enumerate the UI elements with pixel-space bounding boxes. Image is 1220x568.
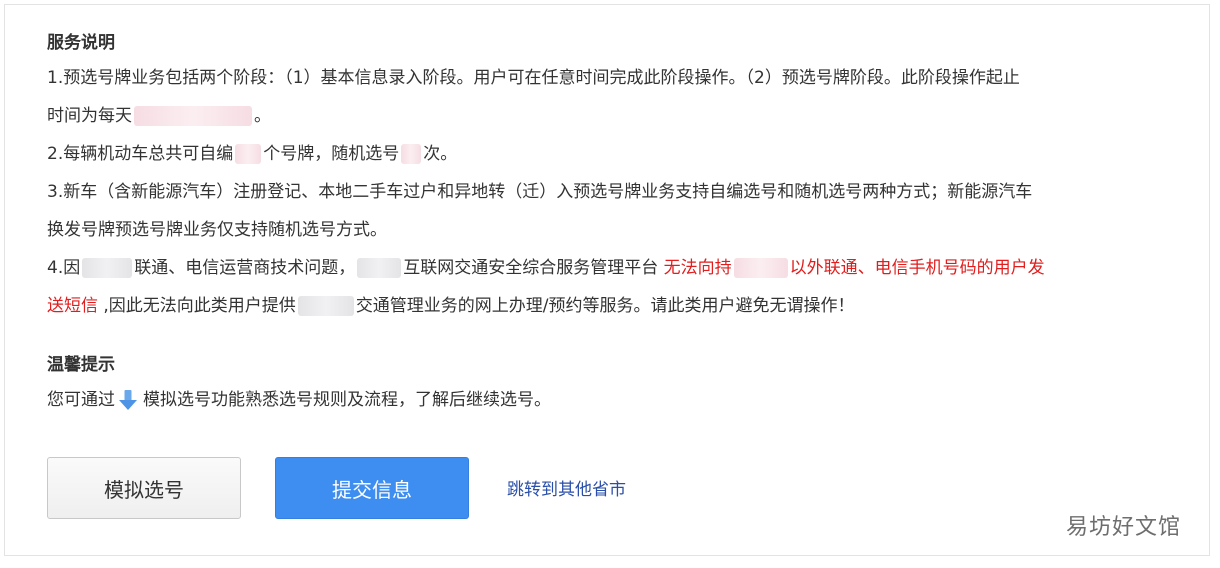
service-item-1-time-suffix: 。 [254,106,271,126]
service-item-4-part-2: 联通、电信运营商技术问题， [134,258,356,278]
warning-text: 无法向持 [663,258,732,278]
service-title: 服务说明 [47,33,115,53]
tips-suffix: 模拟选号功能熟悉选号规则及流程，了解后继续选号。 [143,390,551,410]
service-item-4-prefix: 4.因 [47,258,81,278]
service-item-4-line-1: 4.因 联通、电信运营商技术问题， 互联网交通安全综合服务管理平台 无法向持 以外联通… [47,249,1177,287]
service-item-4-line-2: 送短信 ,因此无法向此类用户提供 交通管理业务的网上办理/预约等服务。请此类用户避… [47,287,1177,325]
service-item-4-part-5: 交通管理业务的网上办理/预约等服务。请此类用户避免无谓操作！ [355,296,855,316]
service-item-1-time-prefix: 时间为每天 [47,106,132,126]
service-item-2-prefix: 2.每辆机动车总共可自编 [47,144,234,164]
service-item-2-suffix: 次。 [423,144,458,164]
redacted-region [297,296,354,316]
redacted-count [235,144,262,164]
arrow-down-icon [117,388,139,412]
redacted-count [401,144,422,164]
service-item-2: 2.每辆机动车总共可自编 个号牌，随机选号 次。 [47,135,1177,173]
main-content: 服务说明 1.预选号牌业务包括两个阶段：（1）基本信息录入阶段。用户可在任意时间… [47,27,1177,419]
tips-text: 您可通过 模拟选号功能熟悉选号规则及流程，了解后继续选号。 [47,381,1177,419]
service-item-2-middle: 个号牌，随机选号 [263,144,400,164]
submit-info-button[interactable]: 提交信息 [275,457,469,519]
simulate-selection-button[interactable]: 模拟选号 [47,457,241,519]
service-item-4-part-4: ,因此无法向此类用户提供 [98,296,296,316]
arrow-down-icon-svg [119,390,137,410]
service-item-1-line-1: 1.预选号牌业务包括两个阶段：（1）基本信息录入阶段。用户可在任意时间完成此阶段… [47,68,1020,88]
tips-prefix: 您可通过 [47,390,115,410]
jump-to-other-province-link[interactable]: 跳转到其他省市 [507,475,626,500]
redacted-region [733,258,788,278]
service-item-1-line-2: 时间为每天 。 [47,97,1177,135]
redacted-region [82,258,133,278]
warning-text: 送短信 [47,296,98,316]
page-frame: 服务说明 1.预选号牌业务包括两个阶段：（1）基本信息录入阶段。用户可在任意时间… [4,4,1210,556]
redacted-region [357,258,402,278]
warning-text: 以外联通、电信手机号码的用户发 [789,258,1045,278]
redacted-time [134,106,252,126]
watermark: 易坊好文馆 [1065,515,1181,540]
service-item-3-line-1: 3.新车（含新能源汽车）注册登记、本地二手车过户和异地转（迁）入预选号牌业务支持… [47,182,1033,202]
service-item-4-part-3: 互联网交通安全综合服务管理平台 [403,258,664,278]
tips-title: 温馨提示 [47,355,115,375]
service-item-3-line-2: 换发号牌预选号牌业务仅支持随机选号方式。 [47,220,387,240]
